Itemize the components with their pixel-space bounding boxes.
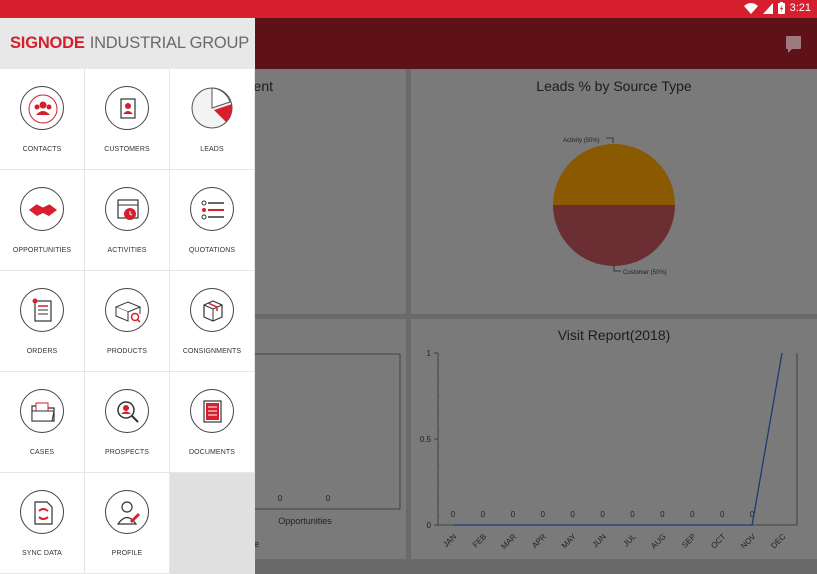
data-label: 0	[481, 510, 486, 519]
x-tick-label: DEC	[769, 532, 787, 550]
cases-icon	[20, 389, 64, 433]
x-tick-label: NOV	[739, 532, 758, 551]
navigation-drawer: SIGNODE INDUSTRIAL GROUP CONTACTS CUSTOM…	[0, 18, 255, 574]
x-tick-label: AUG	[649, 532, 668, 551]
x-tick-label: APR	[530, 532, 548, 550]
opportunities-label: Opportunities	[278, 516, 332, 526]
menu-label: CUSTOMERS	[104, 146, 150, 153]
data-label: 0	[570, 510, 575, 519]
visit-series-line	[452, 352, 783, 526]
customers-icon	[105, 86, 149, 130]
prospects-icon	[105, 389, 149, 433]
leads-pie-chart: Activity (50%) Customer (50%)	[553, 137, 675, 276]
status-time: 3:21	[789, 2, 811, 14]
x-tick-label: MAR	[499, 532, 518, 551]
menu-label: LEADS	[200, 146, 224, 153]
x-tick-label: SEP	[680, 532, 698, 550]
y-tick-label: 0	[427, 521, 432, 530]
menu-label: CASES	[29, 449, 55, 456]
card-leads: Leads % by Source Type Activity (50%) Cu…	[411, 69, 817, 314]
empty-tile	[170, 473, 255, 574]
menu-label: PRODUCTS	[106, 348, 148, 355]
menu-label: CONTACTS	[22, 146, 62, 153]
consignments-icon	[190, 288, 234, 332]
menu-label: PROFILE	[111, 550, 143, 557]
data-label: 0	[451, 510, 456, 519]
data-label: 0	[660, 510, 665, 519]
quotations-icon	[190, 187, 234, 231]
opp-value-1: 0	[278, 494, 283, 503]
menu-item-profile[interactable]: PROFILE	[85, 473, 170, 574]
menu-item-leads[interactable]: LEADS	[170, 69, 255, 170]
menu-label: ACTIVITIES	[107, 247, 147, 254]
menu-item-contacts[interactable]: CONTACTS	[0, 69, 85, 170]
menu-item-consignments[interactable]: CONSIGNMENTS	[170, 271, 255, 372]
menu-label: DOCUMENTS	[188, 449, 235, 456]
menu-item-cases[interactable]: CASES	[0, 372, 85, 473]
brand-logo: SIGNODE INDUSTRIAL GROUP	[0, 18, 255, 69]
chat-icon[interactable]	[786, 36, 801, 53]
menu-item-opportunities[interactable]: OPPORTUNITIES	[0, 170, 85, 271]
menu-label: ORDERS	[26, 348, 58, 355]
data-label: 0	[511, 510, 516, 519]
signal-icon	[762, 2, 773, 14]
wifi-icon	[743, 2, 758, 14]
pie-slice-activity	[553, 144, 675, 205]
data-label: 0	[540, 510, 545, 519]
x-tick-label: FEB	[471, 532, 488, 549]
leads-icon	[190, 86, 234, 130]
products-icon	[105, 288, 149, 332]
x-tick-label: JUN	[591, 532, 609, 550]
menu-item-prospects[interactable]: PROSPECTS	[85, 372, 170, 473]
menu-label: CONSIGNMENTS	[182, 348, 242, 355]
brand-name-gray: INDUSTRIAL GROUP	[89, 34, 250, 52]
orders-icon	[20, 288, 64, 332]
menu-label: PROSPECTS	[104, 449, 150, 456]
status-bar: 3:21	[0, 0, 817, 18]
documents-icon	[190, 389, 234, 433]
pie-label-customer: Customer (50%)	[623, 270, 667, 276]
menu-label: QUOTATIONS	[188, 247, 236, 254]
menu-item-orders[interactable]: ORDERS	[0, 271, 85, 372]
contacts-icon	[20, 86, 64, 130]
menu-item-documents[interactable]: DOCUMENTS	[170, 372, 255, 473]
x-tick-label: OCT	[709, 532, 727, 550]
pie-slice-customer	[553, 205, 675, 266]
opportunities-icon	[20, 187, 64, 231]
x-tick-label: MAY	[560, 532, 579, 551]
x-tick-label: JUL	[621, 532, 638, 549]
data-label: 0	[630, 510, 635, 519]
data-label: 0	[720, 510, 725, 519]
activities-icon	[105, 187, 149, 231]
menu-item-activities[interactable]: ACTIVITIES	[85, 170, 170, 271]
brand-name-red: SIGNODE	[10, 34, 85, 52]
menu-item-customers[interactable]: CUSTOMERS	[85, 69, 170, 170]
sync-data-icon	[20, 490, 64, 534]
data-label: 0	[600, 510, 605, 519]
pie-label-activity: Activity (50%)	[563, 138, 600, 144]
visit-line-chart: 0 0.5 1 JAN 0 FEB 0 MAR 0 APR 0 MAY 0 JUN 0 JUL 0 AUG 0 SEP…	[420, 349, 798, 551]
menu-item-quotations[interactable]: QUOTATIONS	[170, 170, 255, 271]
data-label: 0	[690, 510, 695, 519]
y-tick-label: 1	[427, 349, 432, 358]
profile-icon	[105, 490, 149, 534]
menu-item-products[interactable]: PRODUCTS	[85, 271, 170, 372]
menu-label: SYNC DATA	[22, 550, 62, 557]
menu-item-sync-data[interactable]: SYNC DATA	[0, 473, 85, 574]
card-visit-report: Visit Report(2018) 0 0.5 1 JAN 0 FEB 0 MAR 0 APR 0…	[411, 319, 817, 559]
y-tick-label: 0.5	[420, 435, 432, 444]
opp-value-2: 0	[326, 494, 331, 503]
battery-icon	[777, 2, 785, 14]
x-tick-label: JAN	[441, 532, 458, 549]
menu-label: OPPORTUNITIES	[12, 247, 72, 254]
menu-grid: CONTACTS CUSTOMERS LEADS OPPORTUNITIES A…	[0, 69, 255, 574]
